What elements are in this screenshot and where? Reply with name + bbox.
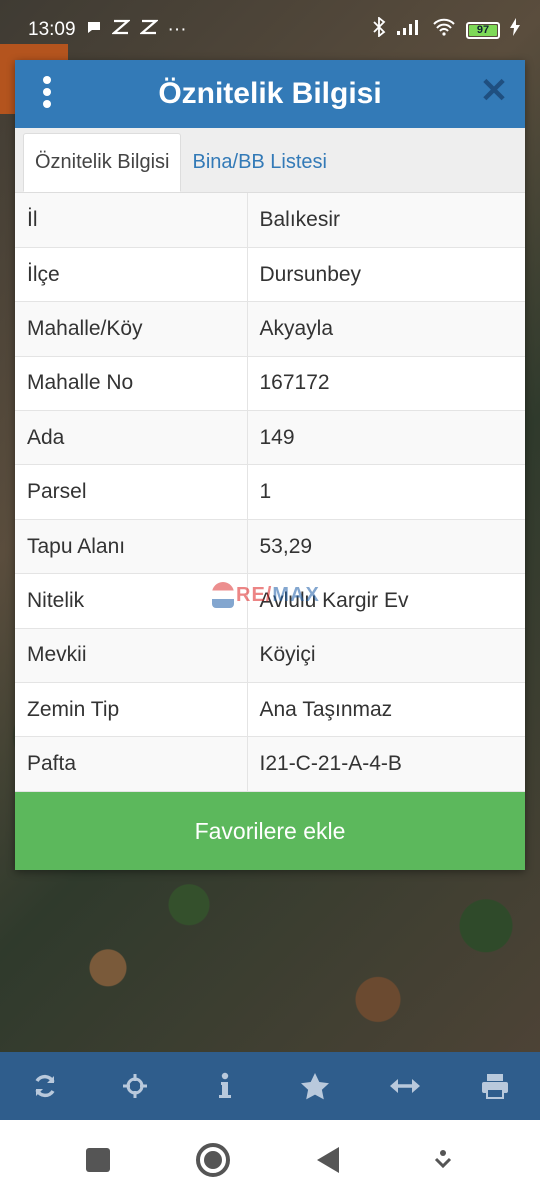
table-row: İlçe Dursunbey	[15, 247, 525, 303]
row-value: 53,29	[247, 519, 525, 575]
tab-bar: Öznitelik Bilgisi Bina/BB Listesi	[15, 128, 525, 193]
signal-icon	[396, 18, 422, 42]
hide-nav-icon[interactable]	[413, 1130, 473, 1190]
row-value: 167172	[247, 356, 525, 412]
row-value: I21-C-21-A-4-B	[247, 736, 525, 792]
refresh-icon[interactable]	[20, 1061, 70, 1111]
row-key: İl	[15, 193, 248, 248]
add-favorite-button[interactable]: Favorilere ekle	[15, 792, 525, 870]
info-icon[interactable]	[200, 1061, 250, 1111]
table-row: Zemin Tip Ana Taşınmaz	[15, 682, 525, 738]
row-value: Köyiçi	[247, 628, 525, 684]
star-icon[interactable]	[290, 1061, 340, 1111]
tab-building-list[interactable]: Bina/BB Listesi	[181, 133, 338, 192]
row-key: Pafta	[15, 736, 248, 792]
system-nav-bar	[0, 1120, 540, 1200]
print-icon[interactable]	[470, 1061, 520, 1111]
crosshair-icon[interactable]	[110, 1061, 160, 1111]
table-row: Mevkii Köyiçi	[15, 628, 525, 684]
measure-icon[interactable]	[380, 1061, 430, 1111]
row-key: Mevkii	[15, 628, 248, 684]
row-value: Avlulu Kargir Ev	[247, 573, 525, 629]
more-menu-icon[interactable]	[39, 76, 55, 112]
table-row: Nitelik Avlulu Kargir Ev	[15, 573, 525, 629]
dialog-title: Öznitelik Bilgisi	[158, 77, 382, 110]
dialog-header: Öznitelik Bilgisi ✕	[15, 60, 525, 128]
clock: 13:09	[28, 19, 76, 40]
battery-icon: 97	[466, 21, 500, 39]
row-value: Dursunbey	[247, 247, 525, 303]
row-key: Parsel	[15, 464, 248, 520]
more-notifications: ···	[167, 19, 187, 40]
table-row: Ada 149	[15, 410, 525, 466]
table-row: Parsel 1	[15, 464, 525, 520]
message-icon	[86, 19, 102, 41]
bluetooth-icon	[372, 16, 386, 43]
row-value: 1	[247, 464, 525, 520]
row-key: Ada	[15, 410, 248, 466]
charging-icon	[510, 18, 520, 42]
row-key: İlçe	[15, 247, 248, 303]
attribute-table: İl Balıkesir İlçe Dursunbey Mahalle/Köy Aky…	[15, 193, 525, 792]
row-key: Nitelik	[15, 573, 248, 629]
row-value: 149	[247, 410, 525, 466]
home-icon[interactable]	[183, 1130, 243, 1190]
app-notification-icon	[110, 19, 131, 41]
wifi-icon	[432, 18, 456, 42]
status-bar: 13:09 ··· 97	[0, 0, 540, 60]
map-toolbar	[0, 1052, 540, 1120]
row-value: Ana Taşınmaz	[247, 682, 525, 738]
battery-level: 97	[476, 23, 490, 36]
row-value: Akyayla	[247, 301, 525, 357]
back-icon[interactable]	[298, 1130, 358, 1190]
row-key: Mahalle No	[15, 356, 248, 412]
table-row: Tapu Alanı 53,29	[15, 519, 525, 575]
table-row: Mahalle/Köy Akyayla	[15, 301, 525, 357]
recent-apps-icon[interactable]	[68, 1130, 128, 1190]
table-row: Mahalle No 167172	[15, 356, 525, 412]
table-row: İl Balıkesir	[15, 193, 525, 248]
app-notification-icon-2	[138, 19, 159, 41]
row-key: Tapu Alanı	[15, 519, 248, 575]
row-key: Mahalle/Köy	[15, 301, 248, 357]
row-key: Zemin Tip	[15, 682, 248, 738]
attribute-dialog: Öznitelik Bilgisi ✕ Öznitelik Bilgisi Bi…	[15, 60, 525, 870]
close-icon[interactable]: ✕	[479, 74, 509, 108]
table-row: Pafta I21-C-21-A-4-B	[15, 736, 525, 792]
row-value: Balıkesir	[247, 193, 525, 248]
tab-attribute-info[interactable]: Öznitelik Bilgisi	[23, 133, 182, 192]
